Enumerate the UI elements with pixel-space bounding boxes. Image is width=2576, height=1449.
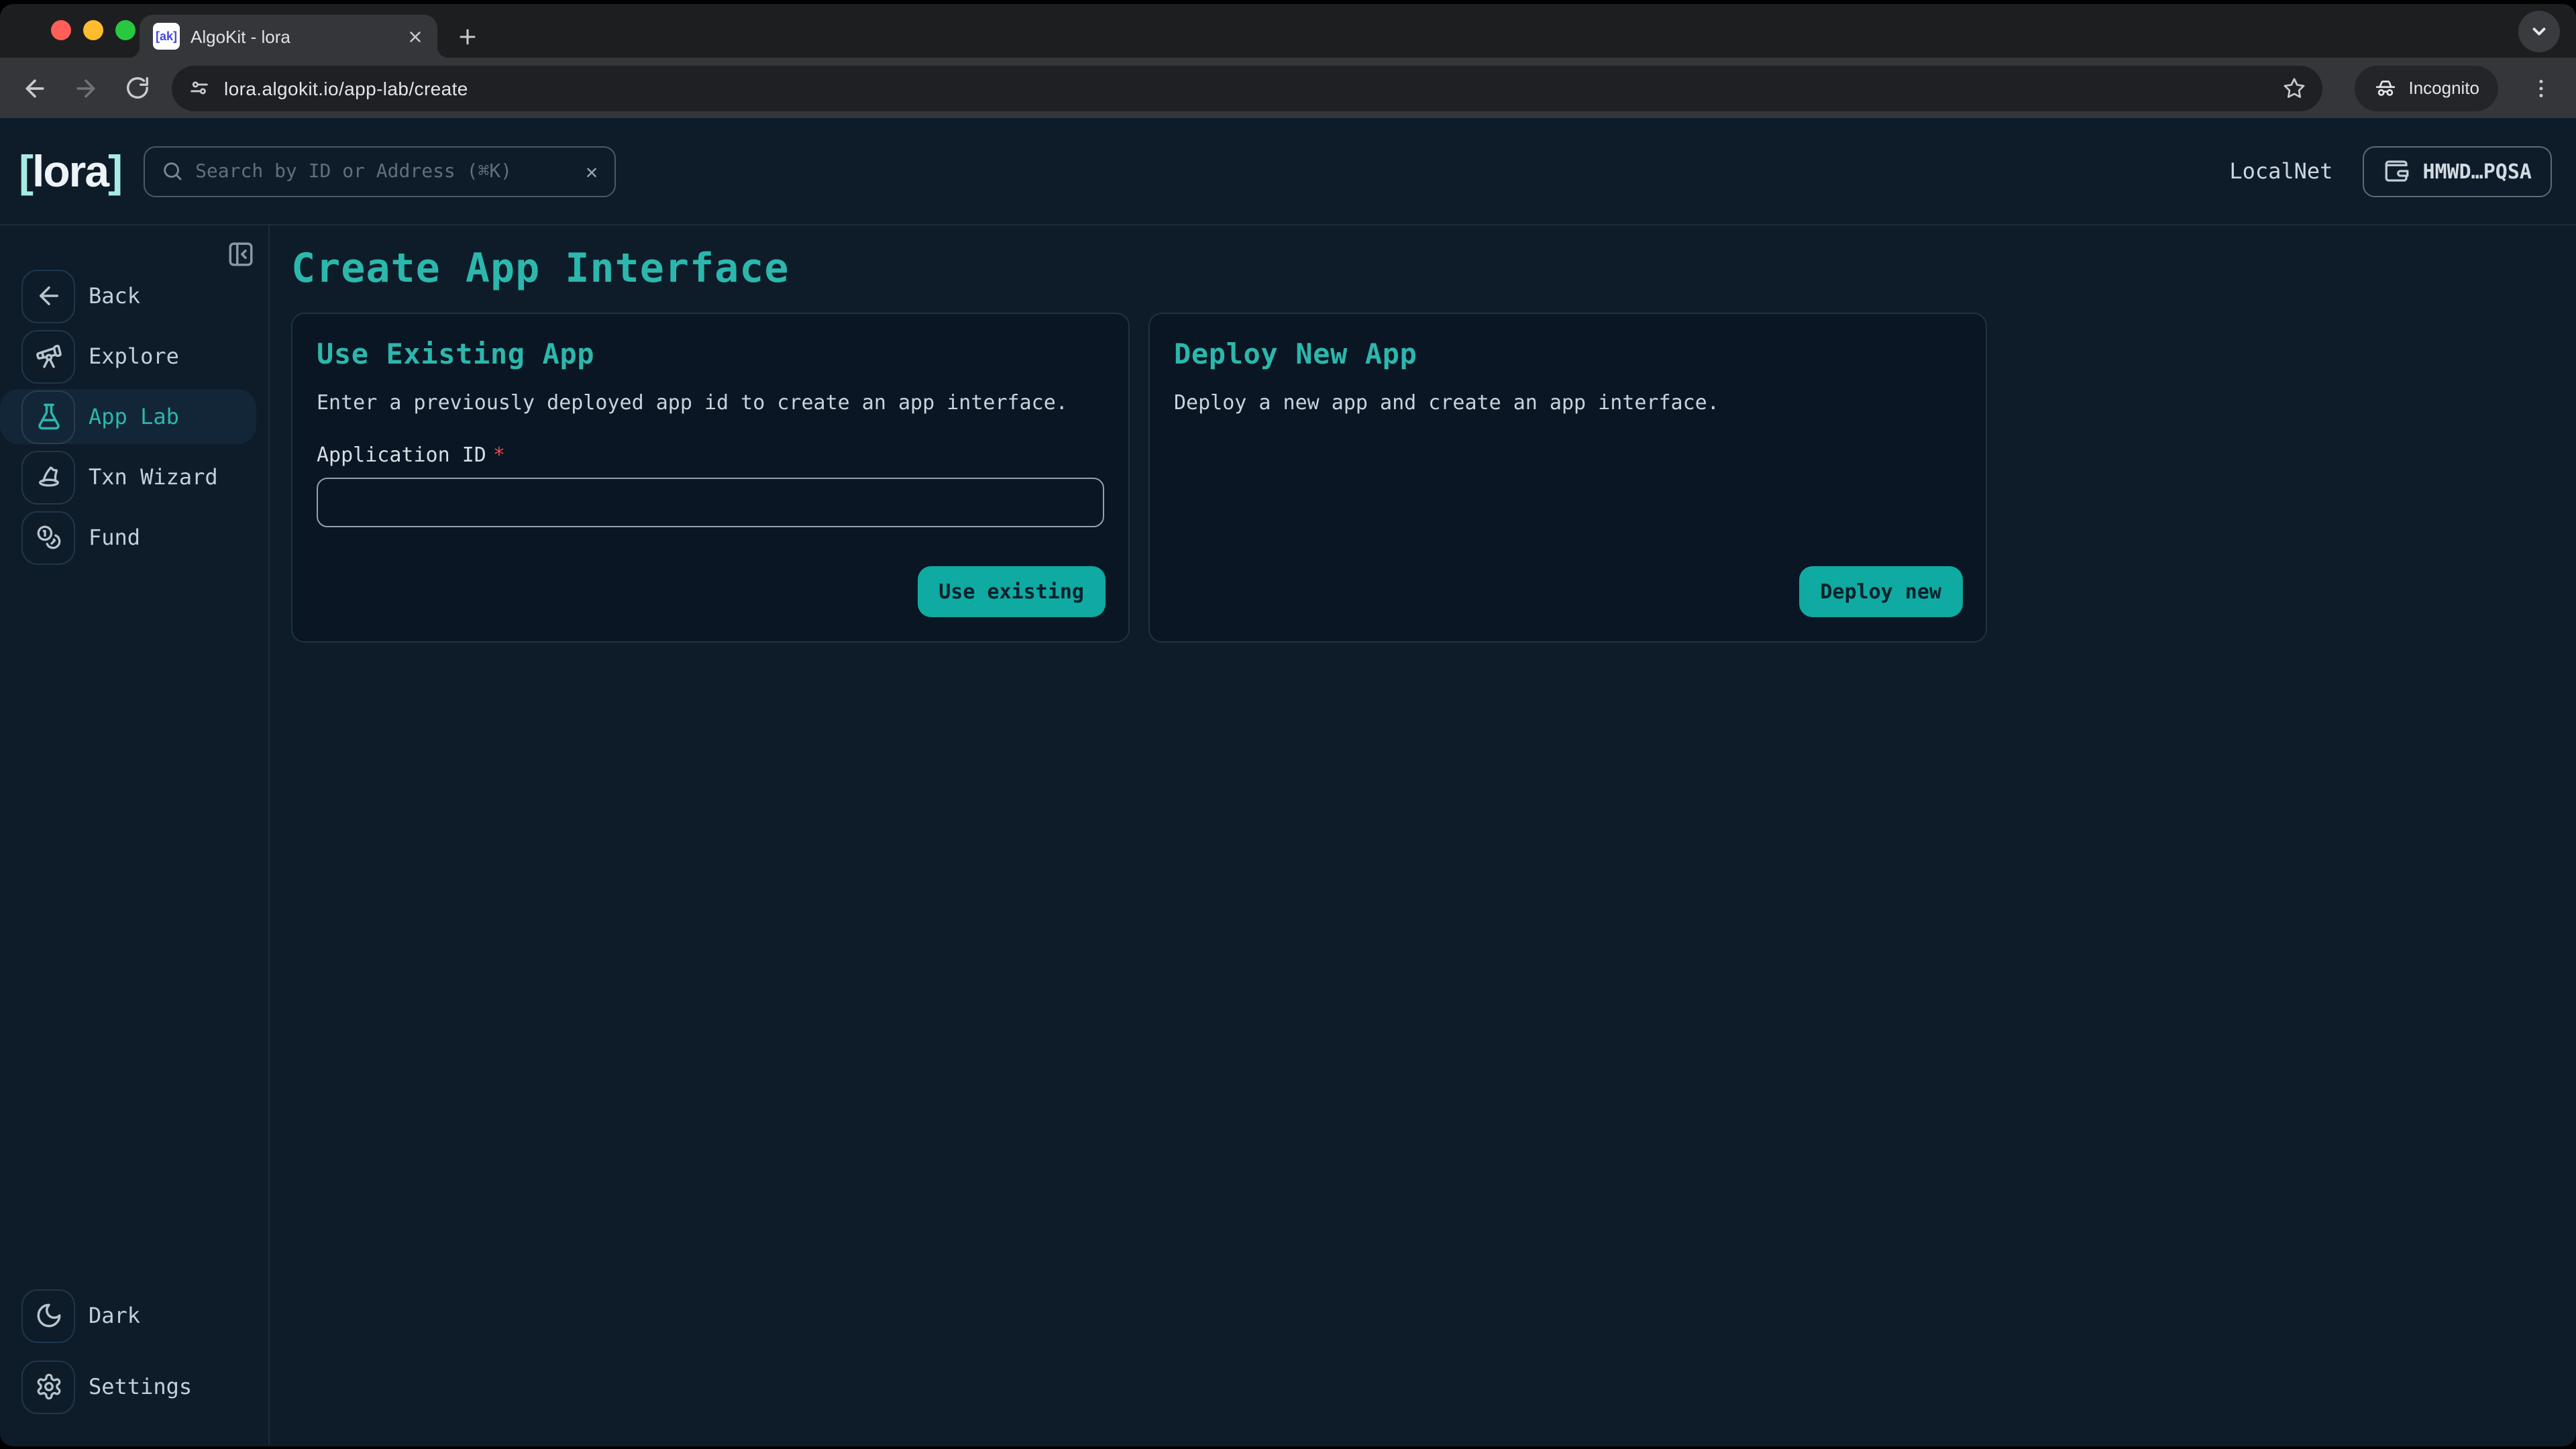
wallet-icon [2382, 157, 2410, 185]
address-bar[interactable]: lora.algokit.io/app-lab/create [172, 65, 2322, 111]
global-search[interactable]: ✕ [143, 146, 615, 197]
forward-button [70, 72, 102, 104]
close-window-button[interactable] [51, 20, 71, 40]
incognito-label: Incognito [2408, 78, 2479, 98]
search-icon [160, 160, 183, 182]
site-settings-icon[interactable] [188, 76, 211, 99]
application-id-label: Application ID* [317, 443, 1104, 467]
tab-close-icon[interactable] [407, 28, 424, 45]
new-tab-button[interactable] [448, 17, 486, 55]
flask-icon[interactable] [21, 390, 75, 443]
network-label[interactable]: LocalNet [2229, 158, 2332, 184]
gear-icon[interactable] [21, 1360, 75, 1413]
lora-logo[interactable]: [lora] [19, 146, 121, 197]
wallet-address: HMWD…PQSA [2422, 159, 2532, 183]
use-existing-button[interactable]: Use existing [917, 566, 1106, 617]
card-description: Enter a previously deployed app id to cr… [317, 390, 1104, 415]
required-marker: * [493, 443, 505, 467]
browser-window: [ak] AlgoKit - lora [0, 4, 2576, 1446]
main-content: Create App Interface Use Existing App En… [271, 225, 2576, 1445]
application-id-input[interactable] [317, 478, 1104, 527]
minimize-window-button[interactable] [83, 20, 103, 40]
card-title: Deploy New App [1174, 338, 1962, 370]
deploy-new-button[interactable]: Deploy new [1799, 566, 1963, 617]
sidebar-item-back[interactable]: Back [0, 268, 256, 323]
theme-toggle-dark[interactable]: Dark [0, 1288, 256, 1343]
url-text[interactable]: lora.algokit.io/app-lab/create [224, 77, 2269, 99]
app-header: [lora] ✕ LocalNet HMWD…PQSA [0, 118, 2576, 225]
zoom-window-button[interactable] [115, 20, 136, 40]
sidebar-nav: Back Explore App Lab [0, 268, 268, 565]
sidebar-footer: Dark Settings [0, 1288, 268, 1414]
browser-titlebar: [ak] AlgoKit - lora [0, 4, 2576, 58]
tab-search-button[interactable] [2518, 11, 2560, 52]
sidebar-item-txn-wizard[interactable]: Txn Wizard [0, 449, 256, 504]
card-title: Use Existing App [317, 338, 1104, 370]
search-input[interactable] [195, 160, 574, 182]
use-existing-app-card: Use Existing App Enter a previously depl… [291, 313, 1130, 643]
browser-tab[interactable]: [ak] AlgoKit - lora [140, 15, 437, 58]
bookmark-star-icon[interactable] [2282, 76, 2306, 100]
sidebar-collapse-button[interactable] [225, 239, 255, 268]
back-button[interactable] [19, 72, 51, 104]
moon-icon[interactable] [21, 1289, 75, 1342]
incognito-icon [2373, 76, 2398, 100]
sidebar-item-explore[interactable]: Explore [0, 329, 256, 384]
macos-window-controls [51, 20, 136, 40]
incognito-badge: Incognito [2355, 65, 2498, 111]
reload-button[interactable] [121, 72, 153, 104]
coins-icon[interactable] [21, 511, 75, 564]
tab-favicon: [ak] [153, 23, 180, 50]
search-clear-icon[interactable]: ✕ [586, 159, 598, 183]
browser-menu-button[interactable] [2525, 72, 2557, 104]
sidebar-item-app-lab[interactable]: App Lab [0, 389, 256, 444]
card-description: Deploy a new app and create an app inter… [1174, 390, 1962, 415]
browser-toolbar: lora.algokit.io/app-lab/create Incognito [0, 58, 2576, 118]
page-title: Create App Interface [291, 246, 2576, 292]
telescope-icon[interactable] [21, 329, 75, 383]
sidebar: Back Explore App Lab [0, 225, 270, 1445]
deploy-new-app-card: Deploy New App Deploy a new app and crea… [1148, 313, 1987, 643]
lora-app: [lora] ✕ LocalNet HMWD…PQSA [0, 118, 2576, 1446]
wizard-hat-icon[interactable] [21, 450, 75, 504]
arrow-left-icon[interactable] [21, 269, 75, 323]
sidebar-item-settings[interactable]: Settings [0, 1359, 256, 1414]
tab-title: AlgoKit - lora [191, 26, 396, 46]
wallet-button[interactable]: HMWD…PQSA [2362, 146, 2552, 197]
sidebar-item-fund[interactable]: Fund [0, 510, 256, 565]
